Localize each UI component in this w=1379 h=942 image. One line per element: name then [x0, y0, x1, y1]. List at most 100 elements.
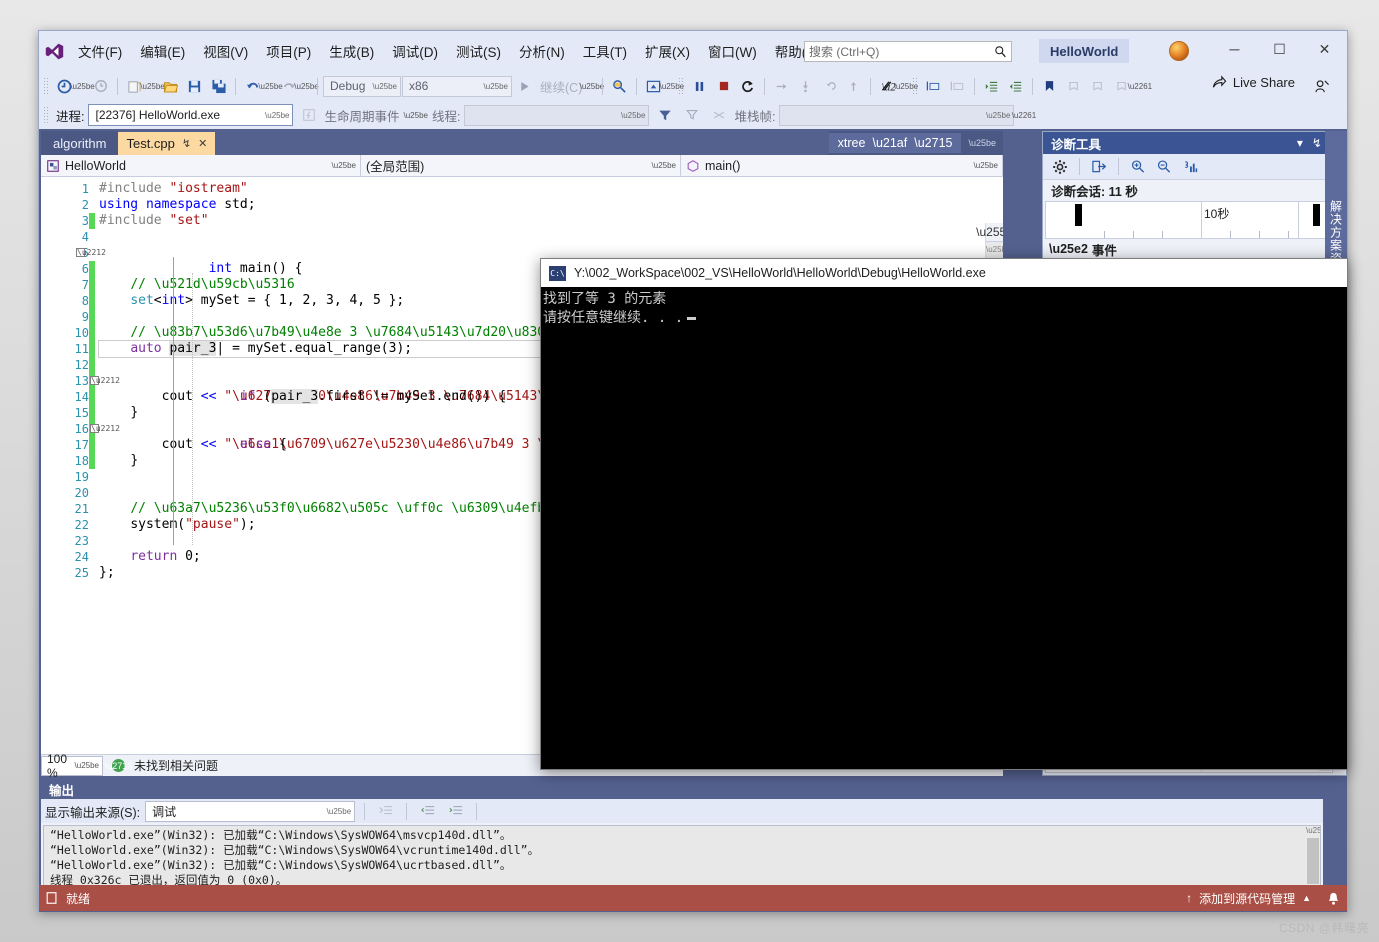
source-control-label[interactable]: 添加到源代码管理 — [1199, 890, 1295, 907]
debugbar-grip[interactable] — [43, 106, 49, 124]
maximize-button[interactable]: ☐ — [1257, 31, 1302, 67]
close-button[interactable]: ✕ — [1302, 31, 1347, 67]
menu-item-window[interactable]: 窗口(W) — [699, 37, 766, 65]
chart-view-icon[interactable] — [1179, 157, 1201, 177]
settings-gear-icon[interactable] — [1049, 157, 1071, 177]
menu-item-edit[interactable]: 编辑(E) — [131, 37, 194, 65]
zoom-in-icon[interactable] — [1127, 157, 1149, 177]
restart-debug-icon[interactable] — [736, 74, 759, 98]
menu-item-extensions[interactable]: 扩展(X) — [636, 37, 699, 65]
output-source-combo[interactable]: 调试 \u25be — [145, 800, 356, 822]
process-value: [22376] HelloWorld.exe — [95, 108, 221, 122]
close-icon[interactable]: ✕ — [198, 137, 207, 150]
zoom-level-combo[interactable]: 100 % \u25be — [41, 752, 103, 780]
redo-caret-icon[interactable]: \u25be — [294, 82, 318, 91]
undo-caret-icon[interactable]: \u25be — [258, 82, 282, 91]
continue-play-icon[interactable] — [513, 74, 536, 98]
menu-item-build[interactable]: 生成(B) — [320, 37, 383, 65]
fold-toggle-icon[interactable]: \u2212 — [90, 376, 120, 385]
output-vertical-scrollbar[interactable]: \u25b2 — [1306, 826, 1320, 894]
notifications-bell-icon[interactable] — [1326, 891, 1341, 906]
stop-debug-icon[interactable] — [712, 74, 735, 98]
split-view-handle[interactable]: \u2550 — [976, 223, 1003, 242]
comment-block-icon[interactable] — [922, 74, 945, 98]
diagnostic-timeline-ruler[interactable]: 10秒 — [1045, 201, 1344, 239]
close-icon[interactable]: \u2715 — [914, 136, 952, 150]
stackframe-label: 堆栈帧: — [734, 109, 776, 124]
increase-indent-icon[interactable] — [980, 74, 1003, 98]
console-window[interactable]: C:\ Y:\002_WorkSpace\002_VS\HelloWorld\H… — [540, 258, 1348, 770]
save-all-icon[interactable] — [207, 74, 230, 98]
lifecycle-events-icon[interactable] — [297, 103, 320, 127]
export-icon[interactable] — [1088, 157, 1110, 177]
expand-triangle-icon[interactable]: \u25e2 — [1049, 242, 1088, 256]
nav-scope-combo[interactable]: (全局范围) \u25be — [361, 154, 681, 177]
menu-item-tools[interactable]: 工具(T) — [574, 37, 636, 65]
continue-button-label[interactable]: 继续(C) — [537, 74, 585, 98]
title-bar: 文件(F) 编辑(E) 视图(V) 项目(P) 生成(B) 调试(D) 测试(S… — [39, 31, 1347, 71]
toolbar-overflow-icon[interactable]: \u2261 — [1128, 82, 1152, 91]
pin-icon[interactable]: ↯ — [1312, 136, 1322, 150]
solution-platform-combo[interactable]: x86 \u25be — [402, 75, 512, 97]
fold-toggle-icon[interactable]: \u2212 — [90, 424, 120, 433]
hot-reload-caret-icon[interactable]: \u25be — [660, 82, 684, 91]
zoom-out-icon[interactable] — [1153, 157, 1175, 177]
find-message-icon[interactable] — [374, 799, 397, 823]
fold-toggle-icon[interactable]: \u2212 — [76, 248, 106, 257]
chevron-down-icon: \u25be — [483, 81, 508, 91]
lifecycle-events-label[interactable]: 生命周期事件 — [324, 106, 399, 125]
lifecycle-caret-icon[interactable]: \u25be — [404, 111, 428, 120]
filter-threads-icon[interactable] — [653, 103, 676, 127]
menu-item-analyze[interactable]: 分析(N) — [510, 37, 574, 65]
menu-bar[interactable]: 文件(F) 编辑(E) 视图(V) 项目(P) 生成(B) 调试(D) 测试(S… — [69, 31, 829, 71]
attach-process-icon[interactable] — [608, 74, 631, 98]
thread-combo[interactable]: \u25be — [464, 104, 650, 126]
decrease-indent-icon[interactable] — [1004, 74, 1027, 98]
nav-project-combo[interactable]: HelloWorld \u25be — [41, 154, 361, 177]
menu-item-test[interactable]: 测试(S) — [447, 37, 510, 65]
solution-configuration-combo[interactable]: Debug \u25be — [323, 75, 401, 97]
toolbar-grip-3[interactable] — [912, 77, 919, 95]
pause-debug-icon[interactable] — [688, 74, 711, 98]
editor-tab-xtree[interactable]: xtree \u21af \u2715 — [828, 133, 962, 153]
debugbar-overflow-icon[interactable]: \u2261 — [1012, 111, 1036, 120]
editor-tab-test-cpp[interactable]: Test.cpp ↯ ✕ — [118, 132, 216, 155]
toolbar-grip[interactable] — [43, 77, 49, 95]
scroll-up-arrow-icon[interactable]: \u25b2 — [986, 242, 1003, 254]
scroll-up-arrow-icon[interactable]: \u25b2 — [1306, 826, 1320, 835]
user-avatar[interactable] — [1169, 41, 1189, 61]
pin-icon[interactable]: \u21af — [872, 136, 907, 150]
editor-tab-algorithm[interactable]: algorithm — [41, 131, 119, 155]
navigate-back-caret-icon[interactable]: \u25be — [70, 82, 94, 91]
menu-item-file[interactable]: 文件(F) — [69, 37, 131, 65]
minimize-button[interactable]: ─ — [1212, 31, 1257, 67]
scrollbar-thumb[interactable] — [1307, 838, 1319, 884]
menu-item-view[interactable]: 视图(V) — [194, 37, 257, 65]
chevron-down-icon[interactable]: ▾ — [1297, 136, 1303, 150]
feedback-icon[interactable] — [1310, 74, 1333, 98]
filter-clear-icon[interactable] — [680, 103, 703, 127]
stackframe-combo[interactable]: \u25be — [779, 104, 1015, 126]
chevron-down-icon: \u25be — [326, 806, 352, 816]
continue-caret-icon[interactable]: \u25be — [580, 82, 604, 91]
clear-output-icon[interactable] — [416, 799, 439, 823]
bookmark-icon[interactable] — [1038, 74, 1061, 98]
code-line: using namespace std; — [99, 197, 256, 212]
show-next-caret-icon[interactable]: \u25be — [894, 82, 918, 91]
diagnostic-events-header[interactable]: \u25e2 事件 — [1043, 239, 1346, 259]
open-file-icon[interactable] — [159, 74, 182, 98]
menu-item-debug[interactable]: 调试(D) — [383, 37, 447, 65]
chevron-up-icon[interactable]: ▲ — [1302, 893, 1311, 903]
live-share-button[interactable]: Live Share — [1211, 75, 1295, 90]
search-input[interactable]: 搜索 (Ctrl+Q) — [804, 41, 1012, 62]
process-combo[interactable]: [22376] HelloWorld.exe \u25be — [88, 104, 294, 126]
new-project-caret-icon[interactable]: \u25be — [140, 82, 164, 91]
nav-member-combo[interactable]: main() \u25be — [681, 154, 1003, 177]
pin-icon[interactable]: ↯ — [182, 137, 191, 150]
toggle-wordwrap-icon[interactable] — [444, 799, 467, 823]
menu-item-project[interactable]: 项目(P) — [257, 37, 320, 65]
tab-overflow-icon[interactable]: \u25be — [961, 138, 1003, 148]
toolbar-grip-2[interactable] — [678, 77, 685, 95]
flag-threads-icon[interactable] — [707, 103, 730, 127]
save-file-icon[interactable] — [183, 74, 206, 98]
